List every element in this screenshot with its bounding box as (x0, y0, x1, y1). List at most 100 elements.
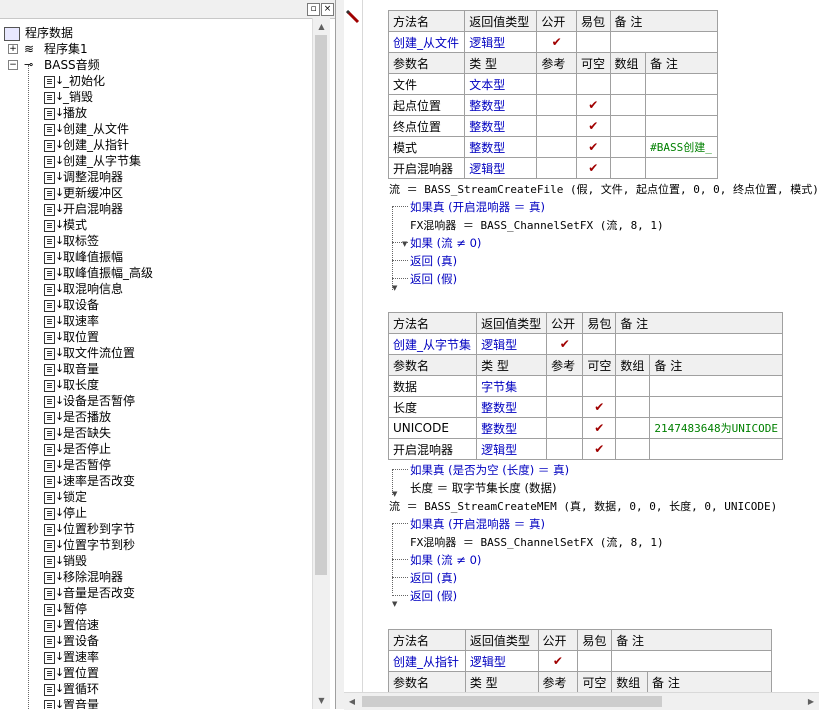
code-line[interactable]: 返回 (真) (410, 253, 457, 269)
code-line[interactable]: 长度 ＝ 取字节集长度 (数据) (410, 480, 556, 496)
param-array-cell[interactable] (615, 417, 651, 439)
param-note-cell[interactable] (649, 438, 783, 460)
code-line[interactable]: 如果真 (开启混响器 ＝ 真) (410, 516, 545, 532)
param-nullable-check[interactable]: ✔ (582, 417, 617, 439)
param-reference-cell[interactable] (536, 136, 577, 158)
return-type-cell[interactable]: 逻辑型 (464, 650, 539, 672)
param-array-cell[interactable] (615, 438, 651, 460)
param-reference-cell[interactable] (546, 396, 584, 418)
param-name-cell[interactable]: 模式 (387, 136, 466, 158)
param-reference-cell[interactable] (546, 438, 584, 460)
param-type-cell[interactable]: 文本型 (464, 73, 538, 95)
param-name-cell[interactable]: 数据 (387, 375, 478, 397)
param-name-cell[interactable]: 文件 (387, 73, 466, 95)
param-reference-cell[interactable] (536, 73, 577, 95)
scroll-thumb[interactable] (315, 35, 327, 575)
param-nullable-check[interactable] (575, 73, 611, 95)
param-nullable-check[interactable]: ✔ (575, 94, 611, 116)
code-line[interactable]: 如果 (流 ≠ 0) (410, 235, 481, 251)
param-name-cell[interactable]: 开启混响器 (387, 157, 466, 179)
editor-horizontal-scrollbar[interactable]: ◀ ▶ (344, 692, 819, 710)
collapse-minus-icon[interactable]: − (8, 60, 18, 70)
public-check[interactable]: ✔ (537, 650, 579, 672)
public-check[interactable]: ✔ (536, 31, 577, 53)
code-line[interactable]: FX混响器 ＝ BASS_ChannelSetFX (流, 8, 1) (410, 534, 664, 550)
param-array-cell[interactable] (609, 73, 647, 95)
param-type-cell[interactable]: 整数型 (464, 136, 538, 158)
param-name-cell[interactable]: 起点位置 (387, 94, 466, 116)
code-line[interactable]: FX混响器 ＝ BASS_ChannelSetFX (流, 8, 1) (410, 217, 664, 233)
param-array-cell[interactable] (615, 375, 651, 397)
param-name-cell[interactable]: 长度 (387, 396, 478, 418)
easy-package-cell[interactable] (577, 650, 613, 672)
param-array-cell[interactable] (609, 136, 647, 158)
scroll-up-icon[interactable]: ▲ (313, 18, 330, 35)
public-check[interactable]: ✔ (546, 333, 584, 355)
param-type-cell[interactable]: 字节集 (476, 375, 548, 397)
flow-line (392, 577, 408, 578)
param-nullable-check[interactable]: ✔ (575, 157, 611, 179)
param-note-cell[interactable] (649, 396, 783, 418)
code-line[interactable]: 返回 (真) (410, 570, 457, 586)
param-array-cell[interactable] (609, 157, 647, 179)
param-name-cell[interactable]: 开启混响器 (387, 438, 478, 460)
code-line[interactable]: 返回 (假) (410, 271, 457, 287)
param-reference-cell[interactable] (536, 115, 577, 137)
header-type: 类 型 (464, 52, 538, 74)
scroll-right-icon[interactable]: ▶ (803, 693, 819, 710)
param-nullable-check[interactable] (582, 375, 617, 397)
param-nullable-check[interactable]: ✔ (582, 438, 617, 460)
method-name-cell[interactable]: 创建_从文件 (387, 31, 466, 53)
param-type-cell[interactable]: 逻辑型 (464, 157, 538, 179)
param-type-cell[interactable]: 整数型 (464, 94, 538, 116)
tree-method-label: 位置字节到秒 (63, 538, 136, 552)
param-array-cell[interactable] (609, 115, 647, 137)
return-type-cell[interactable]: 逻辑型 (464, 31, 538, 53)
param-nullable-check[interactable]: ✔ (575, 136, 611, 158)
easy-package-cell[interactable] (575, 31, 611, 53)
pin-icon[interactable]: ▫ (307, 3, 320, 16)
note-cell[interactable] (609, 31, 719, 53)
param-name-cell[interactable]: UNICODE (387, 417, 478, 439)
param-type-cell[interactable]: 整数型 (476, 417, 548, 439)
param-note-cell[interactable]: 2147483648为UNICODE (649, 417, 783, 439)
return-type-cell[interactable]: 逻辑型 (476, 333, 548, 355)
code-line[interactable]: 如果 (流 ≠ 0) (410, 552, 481, 568)
param-type-cell[interactable]: 整数型 (464, 115, 538, 137)
param-array-cell[interactable] (609, 94, 647, 116)
scroll-left-icon[interactable]: ◀ (344, 693, 360, 710)
param-reference-cell[interactable] (536, 157, 577, 179)
flow-arrow-icon: ▼ (392, 284, 398, 292)
param-reference-cell[interactable] (536, 94, 577, 116)
param-note-cell[interactable] (645, 94, 718, 116)
tree-vertical-scrollbar[interactable]: ▲ ▼ (312, 18, 330, 709)
param-reference-cell[interactable] (546, 375, 584, 397)
expand-plus-icon[interactable]: + (8, 44, 18, 54)
method-icon (44, 556, 55, 568)
param-nullable-check[interactable]: ✔ (575, 115, 611, 137)
method-name-cell[interactable]: 创建_从指针 (388, 650, 466, 672)
param-type-cell[interactable]: 整数型 (476, 396, 548, 418)
note-cell[interactable] (615, 333, 783, 355)
easy-package-cell[interactable] (582, 333, 617, 355)
note-cell[interactable] (611, 650, 772, 672)
param-note-cell[interactable] (649, 375, 783, 397)
param-reference-cell[interactable] (546, 417, 584, 439)
code-line[interactable]: 流 ＝ BASS_StreamCreateFile (假, 文件, 起点位置, … (389, 181, 819, 197)
code-line[interactable]: 如果真 (是否为空 (长度) ＝ 真) (410, 462, 569, 478)
param-array-cell[interactable] (615, 396, 651, 418)
param-note-cell[interactable] (645, 73, 718, 95)
param-name-cell[interactable]: 终点位置 (387, 115, 466, 137)
code-line[interactable]: 返回 (假) (410, 588, 457, 604)
method-name-cell[interactable]: 创建_从字节集 (387, 333, 478, 355)
code-line[interactable]: 如果真 (开启混响器 ＝ 真) (410, 199, 545, 215)
scroll-down-icon[interactable]: ▼ (313, 692, 330, 709)
code-line[interactable]: 流 ＝ BASS_StreamCreateMEM (真, 数据, 0, 0, 长… (389, 498, 777, 514)
param-nullable-check[interactable]: ✔ (582, 396, 617, 418)
close-icon[interactable]: × (321, 3, 334, 16)
scroll-thumb[interactable] (362, 696, 662, 707)
param-type-cell[interactable]: 逻辑型 (476, 438, 548, 460)
param-note-cell[interactable] (645, 157, 718, 179)
param-note-cell[interactable] (645, 115, 718, 137)
param-note-cell[interactable]: #BASS创建_ (645, 136, 718, 158)
